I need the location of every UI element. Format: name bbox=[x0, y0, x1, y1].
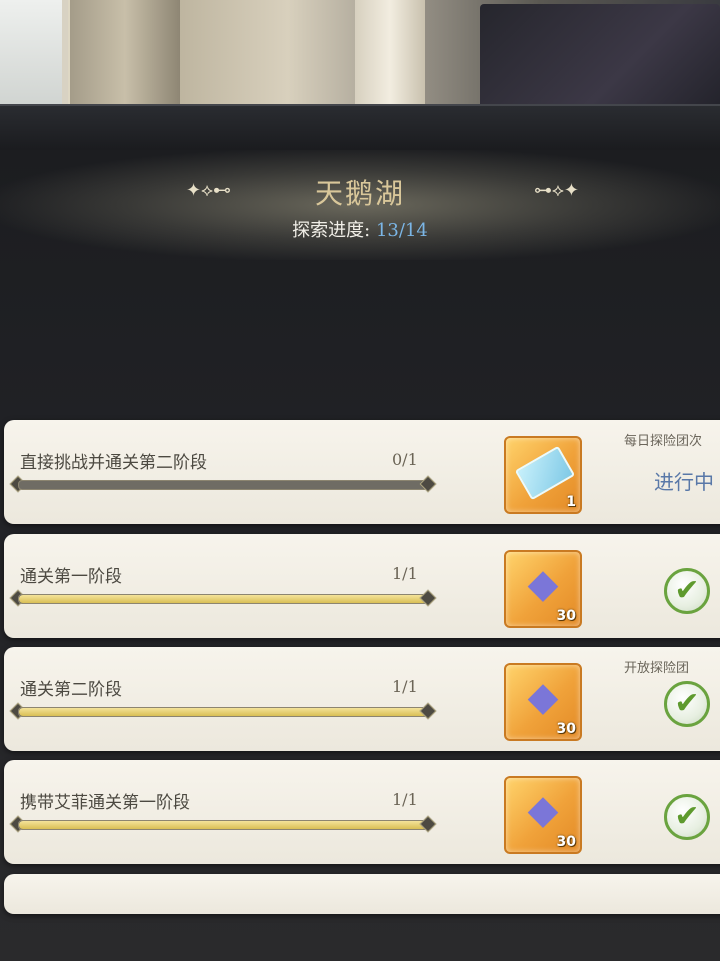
reward-slot[interactable]: 1 bbox=[504, 436, 582, 514]
curtain bbox=[70, 0, 180, 120]
exploration-progress: 探索进度: 13/14 bbox=[0, 216, 720, 242]
quest-progress-bar bbox=[18, 594, 428, 604]
crystal-icon: ◆ bbox=[527, 787, 559, 833]
reward-qty: 30 bbox=[556, 721, 576, 737]
quest-progress-bar bbox=[18, 480, 428, 490]
quest-count: 0/1 bbox=[392, 450, 418, 469]
stage-title: 天鹅湖 bbox=[314, 177, 405, 210]
quest-task: 通关第二阶段 bbox=[20, 680, 122, 700]
quest-note: 开放探险团 bbox=[624, 661, 690, 676]
crystal-icon: ◆ bbox=[527, 674, 559, 720]
quest-progress-fill bbox=[19, 708, 427, 716]
quest-count: 1/1 bbox=[392, 790, 418, 809]
progress-label: 探索进度: bbox=[292, 220, 371, 241]
quest-card[interactable]: 直接挑战并通关第二阶段 0/1 1 每日探险团次 进行中 bbox=[4, 420, 720, 524]
quest-card[interactable]: 通关第二阶段 1/1 ◆ 30 开放探险团 ✔ bbox=[4, 647, 720, 751]
reward-qty: 30 bbox=[556, 834, 576, 850]
reward-slot[interactable]: ◆ 30 bbox=[504, 663, 582, 741]
reward-slot[interactable]: ◆ 30 bbox=[504, 550, 582, 628]
quest-card-partial[interactable] bbox=[4, 874, 720, 914]
window bbox=[0, 0, 68, 110]
quest-card[interactable]: 通关第一阶段 1/1 ◆ 30 ✔ bbox=[4, 534, 720, 638]
progress-value: 13/14 bbox=[375, 220, 428, 241]
quest-count: 1/1 bbox=[392, 564, 418, 583]
quest-count: 1/1 bbox=[392, 677, 418, 696]
reward-qty: 30 bbox=[556, 608, 576, 624]
quest-note: 每日探险团次 bbox=[624, 434, 703, 449]
check-icon: ✔ bbox=[664, 568, 710, 614]
quest-task: 携带艾菲通关第一阶段 bbox=[20, 793, 190, 813]
tv-screen bbox=[480, 4, 720, 114]
reward-qty: 1 bbox=[566, 494, 576, 510]
check-icon: ✔ bbox=[664, 794, 710, 840]
ornament-right-icon: ⊶⟡✦ bbox=[534, 180, 579, 201]
quest-progress-bar bbox=[18, 820, 428, 830]
quest-card[interactable]: 携带艾菲通关第一阶段 1/1 ◆ 30 ✔ bbox=[4, 760, 720, 864]
crystal-icon: ◆ bbox=[527, 561, 559, 607]
device-bezel bbox=[0, 104, 720, 152]
quest-status: 进行中 bbox=[654, 470, 714, 494]
quest-progress-bar bbox=[18, 707, 428, 717]
quest-task: 直接挑战并通关第二阶段 bbox=[20, 453, 207, 473]
quest-task: 通关第一阶段 bbox=[20, 567, 122, 587]
ticket-icon bbox=[514, 445, 576, 501]
quest-progress-fill bbox=[19, 595, 427, 603]
check-icon: ✔ bbox=[664, 681, 710, 727]
pillar bbox=[355, 0, 425, 110]
reward-slot[interactable]: ◆ 30 bbox=[504, 776, 582, 854]
quest-progress-fill bbox=[19, 821, 427, 829]
